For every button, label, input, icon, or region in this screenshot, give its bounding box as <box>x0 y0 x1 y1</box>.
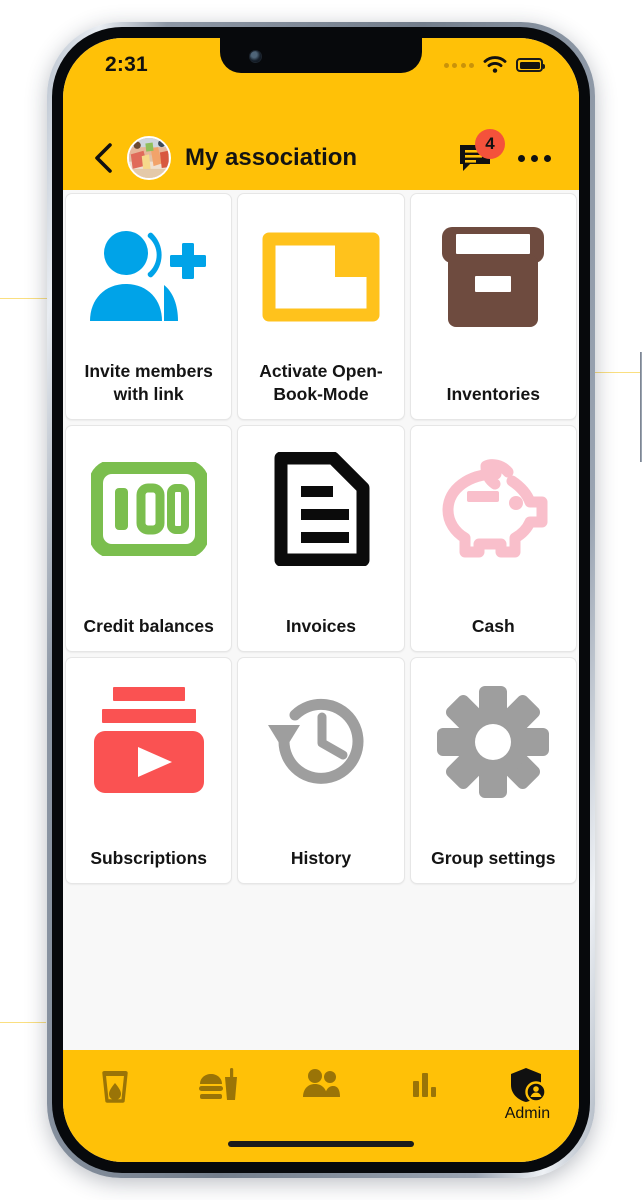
home-indicator[interactable] <box>228 1141 414 1147</box>
avatar[interactable] <box>127 136 171 180</box>
bar-chart-icon <box>413 1073 437 1097</box>
header-nav-row: My association 4 <box>63 126 579 190</box>
gear-icon <box>436 676 550 806</box>
tile-label: Group settings <box>431 847 556 868</box>
status-clock: 2:31 <box>105 53 148 76</box>
tile-label: Invite members with link <box>84 361 213 404</box>
header-actions: 4 <box>458 129 553 175</box>
phone-screen: 2:31 My association 4 Invite members wit… <box>63 38 579 1162</box>
banknote-100-icon <box>90 444 207 574</box>
person-add-icon <box>86 212 212 342</box>
chat-button[interactable]: 4 <box>458 129 505 175</box>
folder-open-icon <box>259 212 383 342</box>
screenshot-canvas: 2:31 My association 4 Invite members wit… <box>0 0 642 1200</box>
status-indicators <box>443 56 545 74</box>
tile-open-book-mode[interactable]: Activate Open-Book-Mode <box>237 193 405 420</box>
tile-credit-balances[interactable]: Credit balances <box>65 425 233 652</box>
phone-device-frame: 2:31 My association 4 Invite members wit… <box>47 22 642 1178</box>
tile-label: Invoices <box>285 615 357 636</box>
tab-label-admin: Admin <box>504 1105 551 1122</box>
tab-admin[interactable]: Admin <box>476 1067 579 1123</box>
tab-food[interactable] <box>166 1067 269 1105</box>
tile-subscriptions[interactable]: Subscriptions <box>65 657 233 884</box>
subscriptions-play-icon <box>90 676 208 806</box>
back-chevron-icon[interactable] <box>89 141 119 175</box>
phone-bezel: 2:31 My association 4 Invite members wit… <box>52 27 590 1173</box>
tile-label: Credit balances <box>83 615 214 636</box>
tile-group-settings[interactable]: Group settings <box>409 657 577 884</box>
drink-glass-icon <box>101 1071 128 1103</box>
group-avatar-photo <box>129 138 169 178</box>
tile-label: Inventories <box>446 383 540 404</box>
tab-drinks[interactable] <box>63 1067 166 1105</box>
content-area: Invite members with link Activate Open-B… <box>63 190 579 1050</box>
page-title: My association <box>185 144 358 171</box>
more-options-icon[interactable] <box>516 149 553 168</box>
battery-full-icon <box>516 58 545 72</box>
tile-cash[interactable]: Cash <box>409 425 577 652</box>
tile-label: Activate Open-Book-Mode <box>259 361 383 404</box>
tile-invoices[interactable]: Invoices <box>237 425 405 652</box>
tile-label: Cash <box>471 615 515 636</box>
background-guide-line <box>0 298 52 299</box>
people-icon <box>303 1069 340 1097</box>
admin-shield-icon <box>511 1068 547 1103</box>
tile-invite-members[interactable]: Invite members with link <box>65 193 233 420</box>
archive-box-icon <box>434 212 552 342</box>
fastfood-icon <box>198 1068 237 1100</box>
background-guide-line <box>0 1022 46 1023</box>
tile-inventories[interactable]: Inventories <box>409 193 577 420</box>
chat-unread-badge: 4 <box>475 129 505 159</box>
status-bar: 2:31 <box>63 52 579 80</box>
tile-history[interactable]: History <box>237 657 405 884</box>
signal-dots-icon <box>443 62 474 68</box>
action-tile-grid: Invite members with link Activate Open-B… <box>63 190 579 884</box>
tab-people[interactable] <box>269 1067 372 1099</box>
wifi-icon <box>483 56 507 73</box>
history-clock-icon <box>262 676 380 806</box>
background-guide-line <box>592 372 642 373</box>
app-header: 2:31 My association 4 <box>63 38 579 190</box>
tab-statistics[interactable] <box>373 1067 476 1099</box>
piggy-bank-icon <box>430 444 556 574</box>
document-lines-icon <box>269 444 373 574</box>
tile-label: History <box>290 847 352 868</box>
tile-label: Subscriptions <box>90 847 207 868</box>
